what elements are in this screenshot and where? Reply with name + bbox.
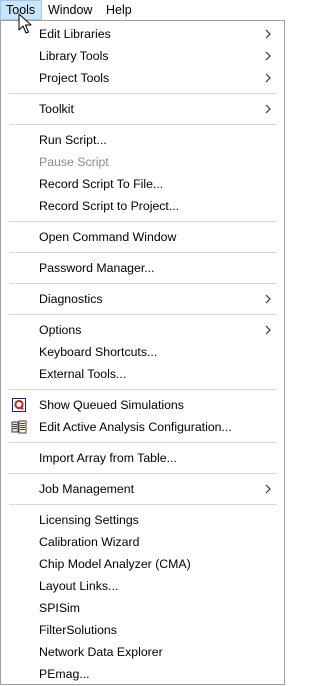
menu-item-project-tools[interactable]: Project Tools bbox=[2, 67, 283, 89]
menu-item-licensing-settings[interactable]: Licensing Settings bbox=[2, 509, 283, 531]
menu-item-label: Layout Links... bbox=[39, 579, 119, 593]
menu-item-label: Show Queued Simulations bbox=[39, 398, 184, 412]
menu-item-show-queued-simulations[interactable]: Show Queued Simulations bbox=[2, 394, 283, 416]
queue-icon bbox=[12, 398, 26, 412]
menu-item-edit-active-analysis-configuration[interactable]: Edit Active Analysis Configuration... bbox=[2, 416, 283, 438]
menu-item-open-command-window[interactable]: Open Command Window bbox=[2, 226, 283, 248]
menu-item-calibration-wizard[interactable]: Calibration Wizard bbox=[2, 531, 283, 553]
menu-item-label: Open Command Window bbox=[39, 230, 177, 244]
menu-item-filtersolutions[interactable]: FilterSolutions bbox=[2, 619, 283, 641]
menu-item-label: Licensing Settings bbox=[39, 513, 139, 527]
menu-separator bbox=[9, 252, 277, 253]
chevron-right-icon bbox=[265, 29, 271, 39]
menu-item-library-tools[interactable]: Library Tools bbox=[2, 45, 283, 67]
menu-item-pause-script: Pause Script bbox=[2, 151, 283, 173]
menu-item-record-script-to-project[interactable]: Record Script to Project... bbox=[2, 195, 283, 217]
menu-item-label: PEmag... bbox=[39, 667, 90, 681]
menu-item-label: FilterSolutions bbox=[39, 623, 117, 637]
menu-item-options[interactable]: Options bbox=[2, 319, 283, 341]
chevron-right-icon bbox=[265, 484, 271, 494]
menu-item-label: Calibration Wizard bbox=[39, 535, 140, 549]
analysis-config-icon bbox=[11, 420, 27, 434]
menu-item-spisim[interactable]: SPISim bbox=[2, 597, 283, 619]
menu-help[interactable]: Help bbox=[101, 0, 137, 20]
chevron-right-icon bbox=[265, 294, 271, 304]
menu-item-label: Toolkit bbox=[39, 102, 74, 116]
menu-item-import-array-from-table[interactable]: Import Array from Table... bbox=[2, 447, 283, 469]
menu-item-label: Pause Script bbox=[39, 155, 109, 169]
menu-separator bbox=[9, 221, 277, 222]
menu-bar: Tools Window Help bbox=[0, 0, 286, 20]
menu-item-label: Edit Libraries bbox=[39, 27, 111, 41]
chevron-right-icon bbox=[265, 73, 271, 83]
menu-separator bbox=[9, 389, 277, 390]
menu-item-toolkit[interactable]: Toolkit bbox=[2, 98, 283, 120]
chevron-right-icon bbox=[265, 51, 271, 61]
menu-item-label: SPISim bbox=[39, 601, 80, 615]
menu-item-label: Network Data Explorer bbox=[39, 645, 163, 659]
menu-item-edit-libraries[interactable]: Edit Libraries bbox=[2, 23, 283, 45]
menu-item-label: Job Management bbox=[39, 482, 135, 496]
menu-item-password-manager[interactable]: Password Manager... bbox=[2, 257, 283, 279]
menu-item-label: Edit Active Analysis Configuration... bbox=[39, 420, 232, 434]
menu-separator bbox=[9, 283, 277, 284]
menu-item-label: External Tools... bbox=[39, 367, 127, 381]
menu-item-label: Record Script To File... bbox=[39, 177, 164, 191]
menu-separator bbox=[9, 504, 277, 505]
menu-item-label: Library Tools bbox=[39, 49, 109, 63]
menu-item-label: Options bbox=[39, 323, 82, 337]
menu-item-job-management[interactable]: Job Management bbox=[2, 478, 283, 500]
menu-item-keyboard-shortcuts[interactable]: Keyboard Shortcuts... bbox=[2, 341, 283, 363]
menu-item-record-script-to-file[interactable]: Record Script To File... bbox=[2, 173, 283, 195]
menu-item-label: Record Script to Project... bbox=[39, 199, 180, 213]
menu-item-network-data-explorer[interactable]: Network Data Explorer bbox=[2, 641, 283, 663]
menu-item-label: Diagnostics bbox=[39, 292, 103, 306]
menu-item-run-script[interactable]: Run Script... bbox=[2, 129, 283, 151]
menu-window[interactable]: Window bbox=[43, 0, 97, 20]
tools-dropdown-menu: Edit Libraries Library Tools Project Too… bbox=[0, 20, 285, 685]
menu-separator bbox=[9, 93, 277, 94]
menu-item-label: Import Array from Table... bbox=[39, 451, 177, 465]
menu-item-label: Project Tools bbox=[39, 71, 110, 85]
menu-item-layout-links[interactable]: Layout Links... bbox=[2, 575, 283, 597]
menu-separator bbox=[9, 442, 277, 443]
menu-separator bbox=[9, 473, 277, 474]
menu-item-pemag[interactable]: PEmag... bbox=[2, 663, 283, 685]
chevron-right-icon bbox=[265, 325, 271, 335]
menu-item-external-tools[interactable]: External Tools... bbox=[2, 363, 283, 385]
menu-item-label: Run Script... bbox=[39, 133, 107, 147]
menu-tools[interactable]: Tools bbox=[0, 0, 42, 20]
menu-item-label: Keyboard Shortcuts... bbox=[39, 345, 158, 359]
menu-item-label: Password Manager... bbox=[39, 261, 155, 275]
menu-separator bbox=[9, 124, 277, 125]
menu-item-label: Chip Model Analyzer (CMA) bbox=[39, 557, 191, 571]
chevron-right-icon bbox=[265, 104, 271, 114]
menu-item-chip-model-analyzer[interactable]: Chip Model Analyzer (CMA) bbox=[2, 553, 283, 575]
menu-separator bbox=[9, 314, 277, 315]
menu-item-diagnostics[interactable]: Diagnostics bbox=[2, 288, 283, 310]
